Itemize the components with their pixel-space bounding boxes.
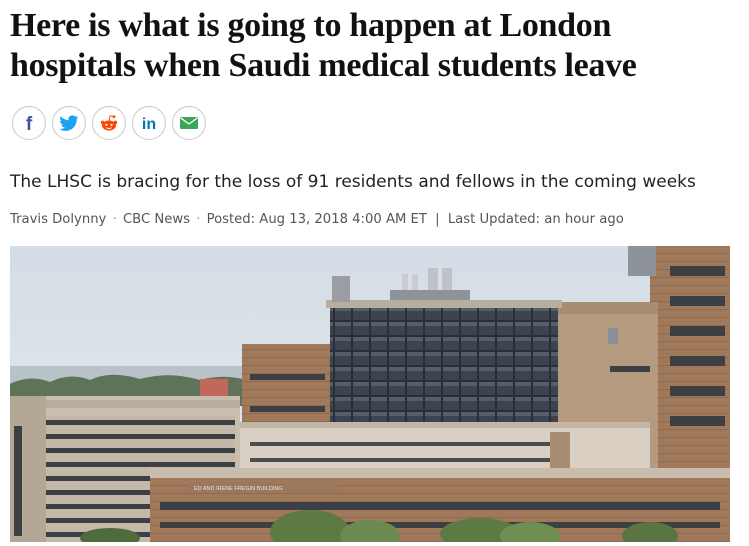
byline-separator: | (435, 212, 440, 227)
share-email-button[interactable] (172, 106, 206, 140)
email-icon (180, 117, 198, 129)
posted-date: Posted: Aug 13, 2018 4:00 AM ET (206, 212, 427, 227)
article-headline: Here is what is going to happen at Londo… (10, 7, 637, 84)
outlet-name: CBC News (122, 212, 191, 227)
last-updated: Last Updated: an hour ago (447, 212, 624, 227)
facebook-icon: f (26, 114, 33, 132)
reddit-icon (100, 115, 118, 131)
article-photo: ED AND IRENE FREGIN BUILDING (10, 246, 730, 542)
share-facebook-button[interactable]: f (12, 106, 46, 140)
linkedin-icon: in (142, 116, 156, 132)
article-deck: The LHSC is bracing for the loss of 91 r… (10, 172, 696, 192)
share-reddit-button[interactable] (92, 106, 126, 140)
byline: Travis Dolynny · CBC News · Posted: Aug … (10, 212, 624, 227)
building-sign: ED AND IRENE FREGIN BUILDING (194, 486, 283, 492)
share-twitter-button[interactable] (52, 106, 86, 140)
twitter-icon (59, 115, 79, 131)
author-name: Travis Dolynny (10, 212, 107, 227)
share-linkedin-button[interactable]: in (132, 106, 166, 140)
hospital-building-image: ED AND IRENE FREGIN BUILDING (10, 246, 730, 542)
share-bar: f in (12, 106, 206, 140)
svg-text:f: f (26, 114, 33, 132)
svg-text:in: in (142, 116, 156, 132)
